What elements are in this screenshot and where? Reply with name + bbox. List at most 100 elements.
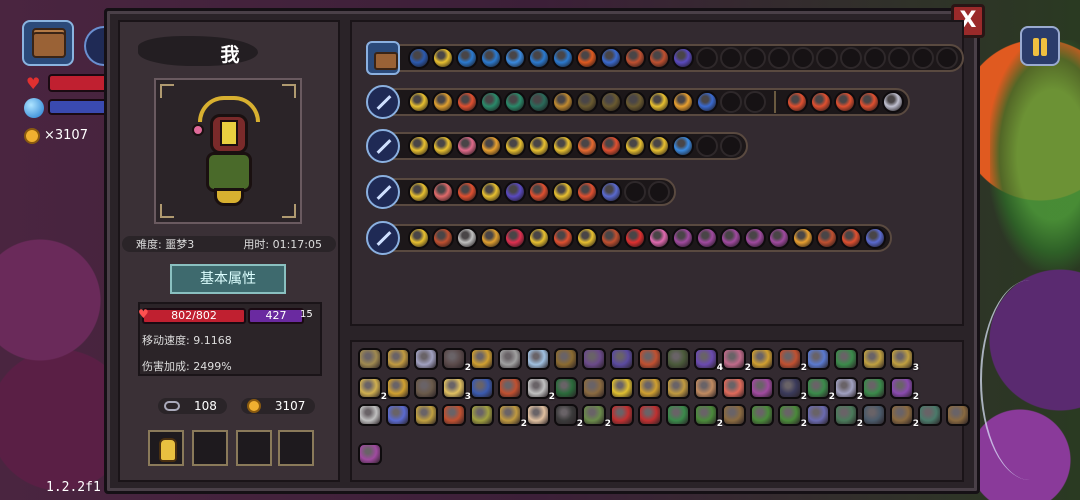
skill-icon[interactable] [528,181,550,203]
skill-icon[interactable] [408,47,430,69]
skill-icon[interactable] [408,181,430,203]
staff-icon[interactable] [366,129,400,163]
inventory-item[interactable] [666,377,690,399]
inventory-item[interactable]: 2 [834,377,863,402]
skill-icon[interactable] [408,135,430,157]
skill-icon[interactable] [456,47,478,69]
inventory-item[interactable] [666,348,690,370]
inventory-item[interactable] [358,348,382,370]
inventory-item[interactable] [862,404,886,426]
inventory-item[interactable] [554,348,578,370]
skill-icon[interactable] [858,91,880,113]
skill-icon[interactable] [816,227,838,249]
skill-icon[interactable] [696,91,718,113]
inventory-item[interactable]: 2 [778,377,807,402]
inventory-item[interactable] [498,377,522,399]
skill-icon[interactable] [648,135,670,157]
skill-icon[interactable] [576,181,598,203]
skill-icon[interactable] [504,135,526,157]
inventory-item[interactable] [386,348,410,370]
skill-icon[interactable] [576,227,598,249]
inventory-item[interactable]: 2 [554,404,583,429]
inventory-item[interactable] [526,404,550,426]
inventory-item[interactable] [470,404,494,426]
skill-icon[interactable] [552,47,574,69]
inventory-item[interactable]: 2 [358,377,387,402]
inventory-item[interactable]: 2 [442,348,471,373]
inventory-item[interactable] [526,348,550,370]
skill-icon[interactable] [648,47,670,69]
inventory-item[interactable] [750,348,774,370]
skill-icon[interactable] [840,227,862,249]
inventory-item[interactable] [610,377,634,399]
inventory-item[interactable] [358,404,382,426]
basic-attributes-button[interactable]: 基本属性 [170,264,286,294]
skill-icon[interactable] [600,135,622,157]
skill-icon[interactable] [480,181,502,203]
skill-icon[interactable] [528,135,550,157]
inventory-item[interactable]: 4 [694,348,723,373]
skill-icon[interactable] [432,181,454,203]
inventory-item[interactable] [806,348,830,370]
skill-icon[interactable] [480,227,502,249]
skill-icon[interactable] [456,227,478,249]
inventory-item[interactable] [918,404,942,426]
skill-icon[interactable] [600,227,622,249]
inventory-item[interactable]: 3 [890,348,919,373]
inventory-item[interactable]: 2 [778,348,807,373]
inventory-item[interactable] [666,404,690,426]
skill-icon[interactable] [834,91,856,113]
inventory-item[interactable]: 2 [526,377,555,402]
inventory-item[interactable]: 2 [778,404,807,429]
staff-icon[interactable] [366,175,400,209]
skill-icon[interactable] [648,91,670,113]
inventory-item[interactable]: 2 [834,404,863,429]
inventory-item[interactable]: 2 [722,348,751,373]
inventory-item[interactable] [806,404,830,426]
inventory-item[interactable] [750,404,774,426]
inventory-item[interactable] [750,377,774,399]
inventory-item[interactable] [722,404,746,426]
inventory-item[interactable] [358,443,382,465]
inventory-item[interactable] [414,377,438,399]
skill-icon[interactable] [672,227,694,249]
skill-icon[interactable] [504,91,526,113]
skill-icon[interactable] [456,135,478,157]
inventory-item[interactable] [694,377,718,399]
inventory-item[interactable]: 3 [442,377,471,402]
skill-icon[interactable] [432,91,454,113]
inventory-item[interactable]: 2 [582,404,611,429]
skill-icon[interactable] [864,227,886,249]
skill-icon[interactable] [672,47,694,69]
skill-icon[interactable] [648,227,670,249]
inventory-item[interactable]: 2 [498,404,527,429]
consumable-slot[interactable] [192,430,228,466]
inventory-item[interactable] [414,404,438,426]
inventory-item[interactable] [386,404,410,426]
inventory-item[interactable] [414,348,438,370]
inventory-item[interactable]: 2 [694,404,723,429]
skill-icon[interactable] [480,91,502,113]
skill-icon[interactable] [480,47,502,69]
consumable-slot[interactable] [278,430,314,466]
skill-icon[interactable] [480,135,502,157]
inventory-item[interactable] [470,377,494,399]
skill-icon[interactable] [408,91,430,113]
skill-icon[interactable] [528,47,550,69]
skill-icon[interactable] [696,227,718,249]
inventory-item[interactable] [834,348,858,370]
skill-icon[interactable] [600,181,622,203]
skill-icon[interactable] [882,91,904,113]
staff-icon[interactable] [366,85,400,119]
skill-icon[interactable] [624,135,646,157]
inventory-item[interactable] [442,404,466,426]
skill-icon[interactable] [624,47,646,69]
treasure-chest-icon[interactable] [366,41,400,75]
skill-icon[interactable] [576,135,598,157]
skill-icon[interactable] [624,227,646,249]
inventory-item[interactable] [386,377,410,399]
inventory-item[interactable] [498,348,522,370]
skill-icon[interactable] [528,91,550,113]
skill-icon[interactable] [576,91,598,113]
skill-icon[interactable] [432,135,454,157]
